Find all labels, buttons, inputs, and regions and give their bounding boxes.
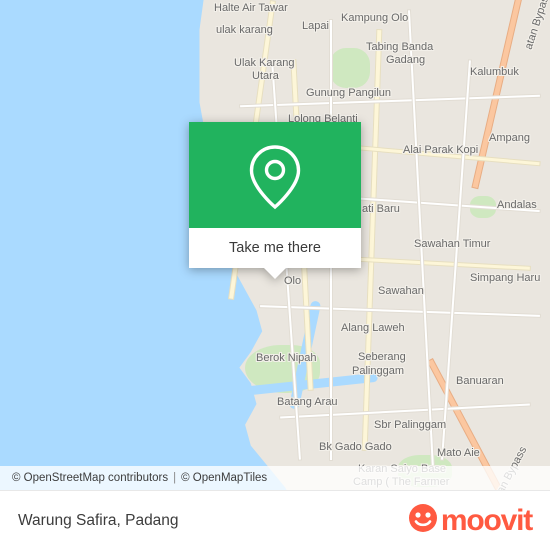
popup-header: [189, 122, 361, 228]
map-canvas[interactable]: Halte Air Tawar ulak karang Lapai Kampung O…: [0, 0, 550, 490]
footer-bar: Warung Safira, Padang moovit: [0, 490, 550, 550]
map-attribution: © OpenStreetMap contributors | © OpenMapTi…: [0, 466, 550, 490]
page-title: Warung Safira, Padang: [18, 511, 179, 529]
location-popup[interactable]: Take me there: [189, 122, 361, 279]
take-me-there-label: Take me there: [229, 240, 321, 256]
moovit-mark-icon: [408, 503, 438, 538]
park-area: [330, 48, 370, 88]
osm-attribution-link[interactable]: © OpenStreetMap contributors: [12, 472, 168, 484]
attribution-separator: |: [173, 472, 177, 484]
moovit-wordmark: moovit: [440, 503, 533, 537]
take-me-there-button[interactable]: Take me there: [189, 228, 361, 279]
map-pin-icon: [189, 144, 361, 210]
map-page: Halte Air Tawar ulak karang Lapai Kampung O…: [0, 0, 550, 550]
moovit-logo[interactable]: moovit: [408, 503, 533, 538]
openmaptiles-attribution-link[interactable]: © OpenMapTiles: [181, 472, 267, 484]
popup-tail: [264, 268, 286, 279]
